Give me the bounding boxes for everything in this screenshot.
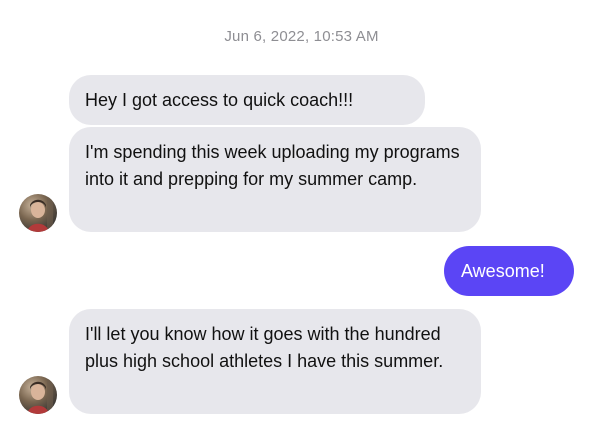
avatar-photo-icon (27, 198, 53, 232)
incoming-message-bubble[interactable]: Hey I got access to quick coach!!! (69, 75, 425, 125)
incoming-message-bubble[interactable]: I'm spending this week uploading my prog… (69, 127, 481, 232)
message-timestamp: Jun 6, 2022, 10:53 AM (224, 28, 379, 45)
avatar-photo-icon (27, 380, 53, 414)
sender-avatar[interactable] (19, 376, 57, 414)
outgoing-message-bubble[interactable]: Awesome! (444, 246, 574, 296)
sender-avatar[interactable] (19, 194, 57, 232)
incoming-message-bubble[interactable]: I'll let you know how it goes with the h… (69, 309, 481, 414)
